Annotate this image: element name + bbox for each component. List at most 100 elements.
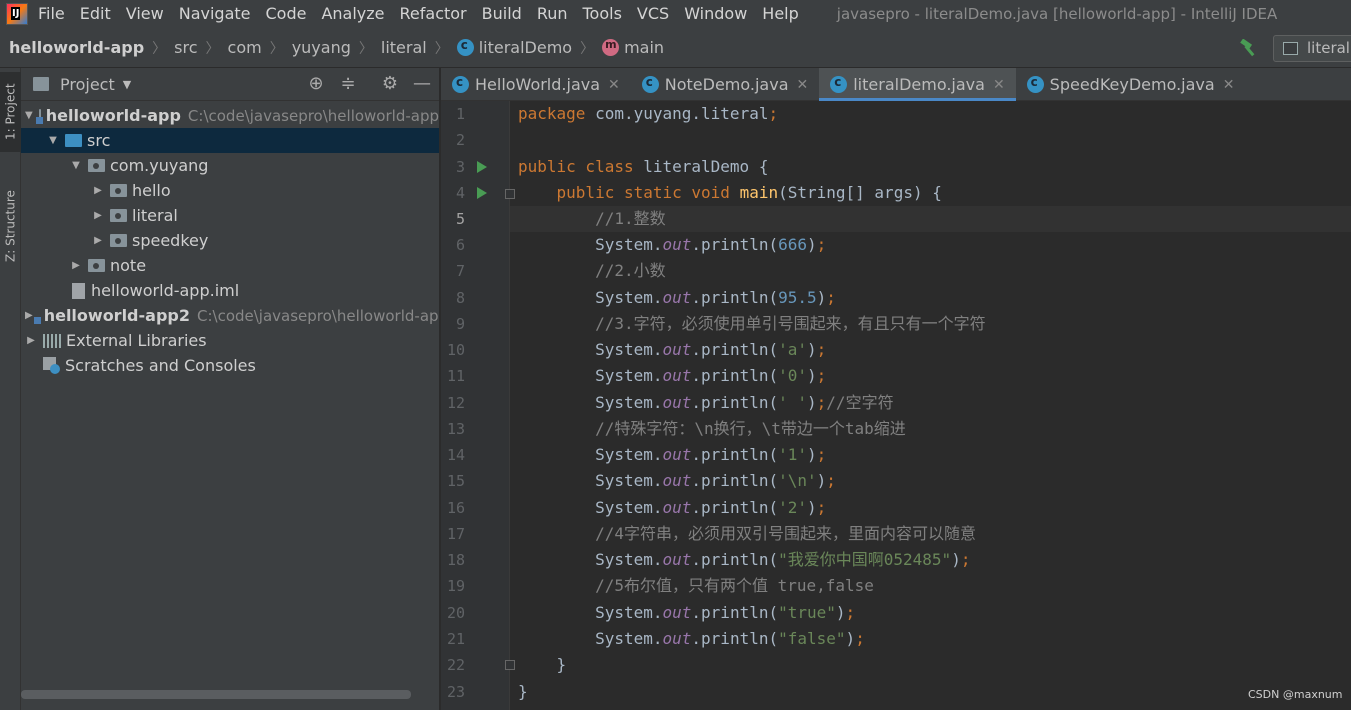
code-editor[interactable]: package com.yuyang.literal; public class… bbox=[441, 101, 1351, 710]
close-icon[interactable]: ✕ bbox=[993, 77, 1005, 93]
code-string: '2' bbox=[778, 498, 808, 517]
code-text: } bbox=[556, 655, 567, 674]
code-text: System. bbox=[595, 629, 663, 648]
close-icon[interactable]: ✕ bbox=[797, 77, 809, 93]
tree-item-com-yuyang[interactable]: ▼ com.yuyang bbox=[21, 153, 439, 178]
line-number: 20 bbox=[446, 604, 465, 622]
tree-item-src[interactable]: ▼ src bbox=[21, 128, 439, 153]
breadcrumb-method[interactable]: main bbox=[602, 38, 664, 57]
code-field: out bbox=[662, 235, 692, 254]
collapse-arrow-icon[interactable]: ▶ bbox=[92, 185, 104, 196]
code-line: } bbox=[518, 652, 567, 678]
package-icon bbox=[88, 159, 105, 172]
code-text: System. bbox=[595, 288, 663, 307]
tab-label: literalDemo.java bbox=[853, 75, 985, 94]
tab-notedemo[interactable]: NoteDemo.java ✕ bbox=[631, 68, 819, 101]
code-line: public static void main(String[] args) { bbox=[518, 180, 942, 206]
code-text: .println( bbox=[691, 235, 779, 254]
close-icon[interactable]: ✕ bbox=[1223, 77, 1235, 93]
menu-navigate[interactable]: Navigate bbox=[179, 0, 251, 28]
hide-panel-icon[interactable]: — bbox=[413, 75, 431, 93]
run-configuration-selector[interactable]: literalDemo bbox=[1273, 35, 1351, 62]
menu-analyze[interactable]: Analyze bbox=[321, 0, 384, 28]
collapse-arrow-icon[interactable]: ▶ bbox=[70, 260, 82, 271]
tree-item-hello[interactable]: ▶ hello bbox=[21, 178, 439, 203]
structure-tool-window-tab[interactable]: Z: Structure bbox=[0, 181, 21, 271]
project-panel-title[interactable]: Project bbox=[60, 75, 115, 94]
collapse-arrow-icon[interactable]: ▶ bbox=[25, 335, 37, 346]
project-tool-window-tab[interactable]: 1: Project bbox=[0, 72, 21, 152]
code-line: //特殊字符：\n换行，\t带边一个tab缩进 bbox=[518, 416, 906, 442]
tree-item-label: speedkey bbox=[132, 231, 209, 250]
collapse-all-icon[interactable]: ≑ bbox=[339, 75, 357, 93]
tab-literaldemo[interactable]: literalDemo.java ✕ bbox=[819, 68, 1017, 101]
menu-edit[interactable]: Edit bbox=[80, 0, 111, 28]
breadcrumb-com[interactable]: com bbox=[228, 38, 262, 57]
tree-item-label: literal bbox=[132, 206, 178, 225]
code-text: .println( bbox=[691, 445, 779, 464]
menu-help[interactable]: Help bbox=[762, 0, 798, 28]
locate-target-icon[interactable]: ⊕ bbox=[307, 75, 325, 93]
tab-helloworld[interactable]: HelloWorld.java ✕ bbox=[441, 68, 631, 101]
breadcrumb-yuyang[interactable]: yuyang bbox=[292, 38, 351, 57]
project-tab-label: 1: Project bbox=[3, 83, 18, 141]
tree-item-external-libraries[interactable]: ▶ External Libraries bbox=[21, 328, 439, 353]
file-icon bbox=[72, 282, 85, 299]
code-line: } bbox=[518, 679, 528, 705]
build-hammer-icon[interactable] bbox=[1239, 39, 1259, 57]
tree-item-helloworld-app[interactable]: ▼ helloworld-app C:\code\javasepro\hello… bbox=[21, 103, 439, 128]
tree-item-note[interactable]: ▶ note bbox=[21, 253, 439, 278]
menu-file[interactable]: File bbox=[38, 0, 65, 28]
breadcrumb-src[interactable]: src bbox=[174, 38, 197, 57]
menu-refactor[interactable]: Refactor bbox=[400, 0, 467, 28]
menu-view[interactable]: View bbox=[126, 0, 164, 28]
menu-build[interactable]: Build bbox=[482, 0, 522, 28]
breadcrumb-separator-icon: 〉 bbox=[152, 40, 167, 57]
collapse-arrow-icon[interactable]: ▶ bbox=[25, 310, 33, 321]
breadcrumb-class[interactable]: literalDemo bbox=[456, 38, 572, 57]
tree-item-scratches[interactable]: Scratches and Consoles bbox=[21, 353, 439, 378]
breadcrumb-project[interactable]: helloworld-app bbox=[9, 38, 144, 57]
left-tool-stripe: 1: Project Z: Structure bbox=[0, 68, 21, 710]
collapse-arrow-icon[interactable]: ▶ bbox=[92, 210, 104, 221]
source-folder-icon bbox=[65, 134, 82, 147]
chevron-down-icon[interactable]: ▼ bbox=[123, 78, 131, 91]
code-string: '1' bbox=[778, 445, 808, 464]
code-number: 666 bbox=[778, 235, 808, 254]
code-punct: ; bbox=[826, 471, 836, 490]
tree-item-helloworld-app2[interactable]: ▶ helloworld-app2 C:\code\javasepro\hell… bbox=[21, 303, 439, 328]
horizontal-scrollbar[interactable] bbox=[21, 690, 411, 699]
expand-arrow-icon[interactable]: ▼ bbox=[47, 135, 59, 146]
tree-item-literal[interactable]: ▶ literal bbox=[21, 203, 439, 228]
code-punct: ; bbox=[960, 550, 971, 569]
code-punct: ; bbox=[816, 445, 827, 464]
breadcrumb-literal[interactable]: literal bbox=[381, 38, 427, 57]
line-number: 10 bbox=[446, 341, 465, 359]
tree-item-speedkey[interactable]: ▶ speedkey bbox=[21, 228, 439, 253]
menu-window[interactable]: Window bbox=[684, 0, 747, 28]
code-text: ) bbox=[807, 235, 817, 254]
editor-tabs: HelloWorld.java ✕ NoteDemo.java ✕ litera… bbox=[441, 68, 1351, 101]
close-icon[interactable]: ✕ bbox=[608, 77, 620, 93]
fold-marker-icon[interactable] bbox=[505, 660, 515, 670]
menu-run[interactable]: Run bbox=[537, 0, 568, 28]
code-line: System.out.println('0'); bbox=[518, 363, 826, 389]
tab-speedkeydemo[interactable]: SpeedKeyDemo.java ✕ bbox=[1016, 68, 1246, 101]
fold-marker-icon[interactable] bbox=[505, 189, 515, 199]
line-number: 23 bbox=[446, 683, 465, 701]
collapse-arrow-icon[interactable]: ▶ bbox=[92, 235, 104, 246]
menu-tools[interactable]: Tools bbox=[583, 0, 622, 28]
expand-arrow-icon[interactable]: ▼ bbox=[70, 160, 82, 171]
menu-bar: File Edit View Navigate Code Analyze Ref… bbox=[0, 0, 1351, 28]
tree-item-iml-file[interactable]: helloworld-app.iml bbox=[21, 278, 439, 303]
gear-icon[interactable]: ⚙ bbox=[381, 75, 399, 93]
menu-vcs[interactable]: VCS bbox=[637, 0, 669, 28]
breadcrumb-separator-icon: 〉 bbox=[269, 40, 284, 57]
menu-code[interactable]: Code bbox=[266, 0, 307, 28]
expand-arrow-icon[interactable]: ▼ bbox=[25, 110, 33, 121]
breadcrumb-separator-icon: 〉 bbox=[205, 40, 220, 57]
line-number: 17 bbox=[446, 525, 465, 543]
code-text: System. bbox=[595, 603, 663, 622]
run-main-icon[interactable] bbox=[477, 187, 487, 199]
run-class-icon[interactable] bbox=[477, 161, 487, 173]
